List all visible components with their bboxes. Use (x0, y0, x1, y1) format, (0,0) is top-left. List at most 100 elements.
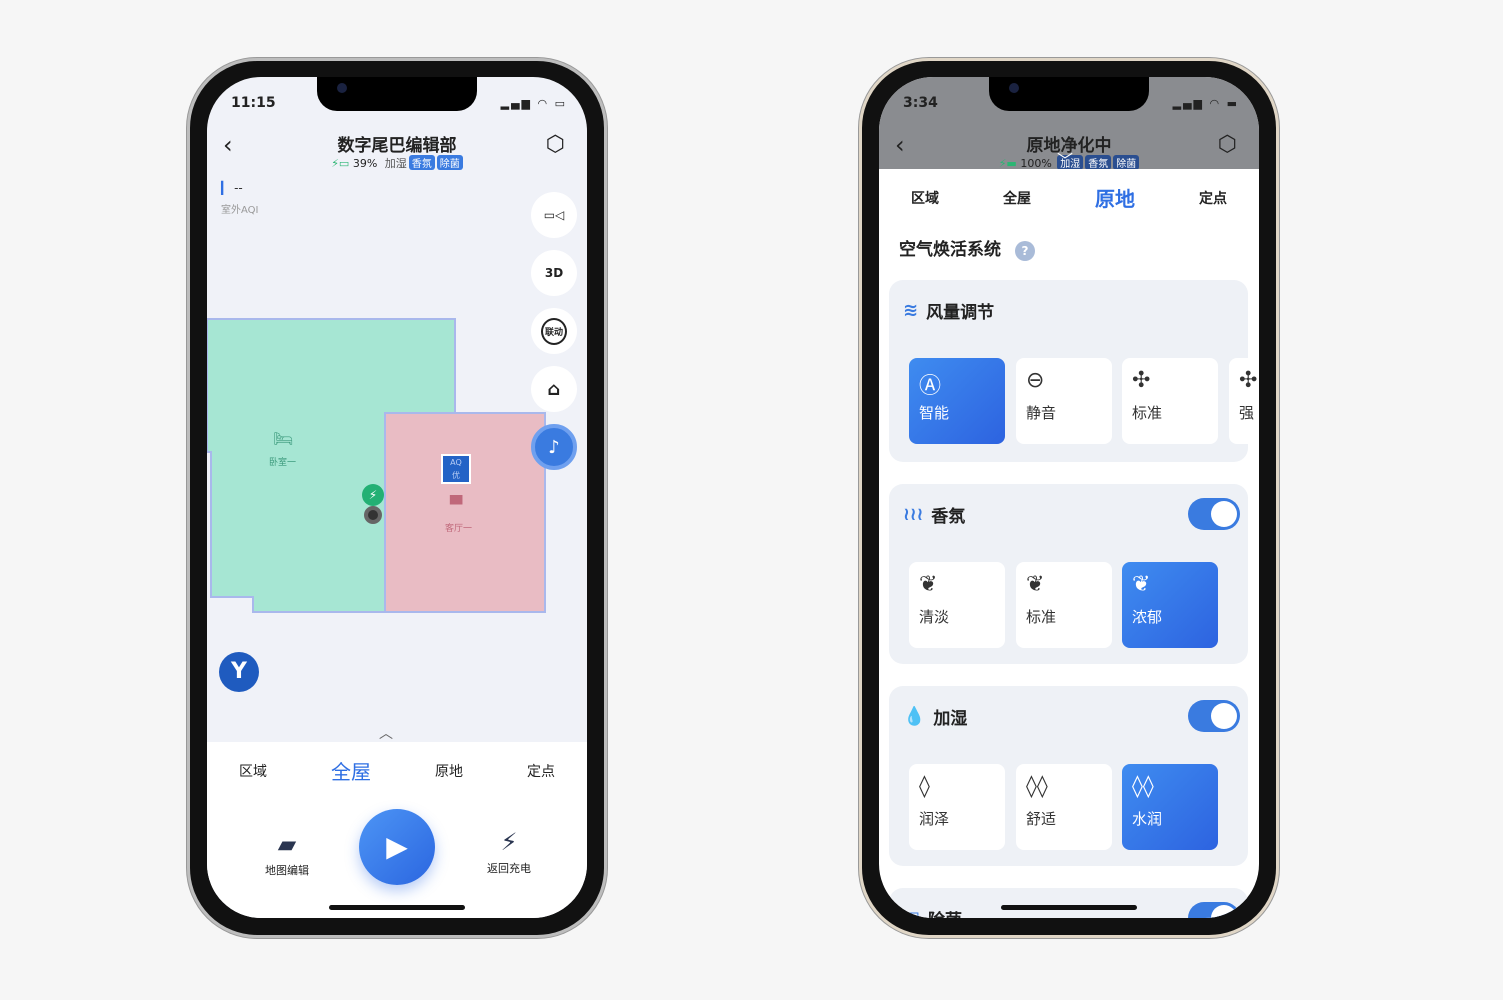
tab-in-place[interactable]: 原地 (435, 761, 463, 781)
fan-icon: ✣ (1132, 368, 1151, 393)
status-time: 3:34 (903, 95, 938, 111)
status-icons: ▂▄▆ ◠ ▭ (500, 97, 567, 110)
option-strong[interactable]: ✣ 强 (1229, 358, 1259, 444)
room-label-living[interactable]: 客厅一 (445, 521, 472, 534)
charging-dock-icon: ⚡ (362, 484, 384, 506)
option-standard[interactable]: ✣ 标准 (1122, 358, 1218, 444)
tag-sterilize: 除菌 (1113, 155, 1140, 169)
wind-icon: ≋ (903, 300, 919, 321)
card-header: ▣除菌 (903, 906, 962, 918)
drop-icon: ◊ (919, 774, 930, 799)
mode-tabs: 区域 全屋 原地 定点 (207, 756, 587, 785)
mode-tabs: 区域 全屋 原地 定点 (879, 183, 1259, 212)
battery-level: 100% (1020, 157, 1052, 169)
help-icon[interactable]: ? (1014, 241, 1035, 261)
assistant-avatar[interactable]: Y (219, 652, 259, 692)
card-sterilize: ▣除菌 (889, 888, 1248, 918)
room-living (384, 412, 546, 613)
aroma-icon: ≀≀≀ (903, 504, 924, 525)
card-header: 💧 加湿 (903, 706, 968, 729)
aqi-label: 室外AQI (221, 205, 259, 216)
leaf-icon: ❦ (919, 572, 938, 597)
option-quiet[interactable]: ⊖ 静音 (1016, 358, 1112, 444)
map-edit-icon: ▰ (277, 830, 297, 858)
settings-icon[interactable]: ⬡ (546, 132, 565, 157)
tab-area[interactable]: 区域 (239, 761, 267, 781)
home-button[interactable]: ⌂ (531, 366, 577, 412)
screen-settings: 3:34 ▂▄▆ ◠ ▬ ‹ 原地净化中 ⚡▬ 100% 加湿 香氛 除菌 ⬡ ﹀ … (879, 77, 1259, 918)
screen-map: 11:15 ▂▄▆ ◠ ▭ ‹ 数字尾巴编辑部 ⚡▭ 39% 加湿 香氛 除菌 ⬡ … (207, 77, 587, 918)
card-humidify: 💧 加湿 ◊ 润泽 ◊◊ 舒适 ◊◊ 水润 (889, 686, 1248, 866)
play-icon: ▶ (386, 830, 408, 863)
aroma-toggle[interactable] (1188, 498, 1240, 530)
battery-icon: ⚡▬ (998, 157, 1017, 169)
battery-icon: ⚡▭ (331, 157, 350, 170)
tag-sterilize: 除菌 (436, 155, 463, 170)
3d-button[interactable]: 3D (531, 250, 577, 296)
lightning-icon: ⚡ (500, 828, 518, 856)
settings-icon[interactable]: ⬡ (1218, 132, 1237, 157)
section-title: 空气焕活系统 ? (899, 235, 1035, 261)
notch (317, 77, 477, 111)
card-header: ≀≀≀ 香氛 (903, 504, 966, 527)
notch (989, 77, 1149, 111)
sterilize-toggle[interactable] (1188, 902, 1240, 918)
leaves-rich-icon: ❦ (1132, 572, 1151, 597)
map-edit-button[interactable]: ▰ 地图编辑 (247, 830, 327, 878)
recharge-label: 返回充电 (487, 862, 531, 875)
home-indicator (329, 905, 465, 910)
home-icon: ⌂ (547, 378, 561, 400)
robot-icon (364, 506, 382, 524)
tag-humidify: 加湿 (384, 157, 407, 170)
3d-label: 3D (544, 266, 564, 280)
status-icons: ▂▄▆ ◠ ▬ (1172, 97, 1239, 110)
tab-spot[interactable]: 定点 (1199, 188, 1227, 208)
device-status: ⚡▭ 39% 加湿 香氛 除菌 (207, 155, 587, 171)
tab-spot[interactable]: 定点 (527, 761, 555, 781)
battery-level: 39% (352, 157, 378, 170)
auto-icon: Ⓐ (919, 374, 942, 399)
play-button[interactable]: ▶ (359, 809, 435, 885)
linkage-button[interactable]: 联动 (531, 308, 577, 354)
option-rich[interactable]: ❦ 浓郁 (1122, 562, 1218, 648)
recharge-button[interactable]: ⚡ 返回充电 (469, 828, 549, 876)
drops-icon: ◊◊ (1026, 774, 1048, 799)
sofa-icon: ▀ (450, 495, 463, 514)
expand-handle-icon[interactable]: ︿ (379, 723, 393, 743)
leaves-icon: ❦ (1026, 572, 1045, 597)
tab-area[interactable]: 区域 (911, 188, 939, 208)
tab-whole-house[interactable]: 全屋 (331, 756, 371, 785)
camera-button[interactable]: ▭◁ (531, 192, 577, 238)
collapse-handle-icon[interactable]: ﹀ (1057, 147, 1073, 171)
map[interactable] (207, 307, 587, 627)
phone-right: 3:34 ▂▄▆ ◠ ▬ ‹ 原地净化中 ⚡▬ 100% 加湿 香氛 除菌 ⬡ ﹀ … (859, 58, 1279, 938)
option-hydrate[interactable]: ◊◊ 水润 (1122, 764, 1218, 850)
music-icon: ♪ (548, 436, 560, 458)
option-comfort[interactable]: ◊◊ 舒适 (1016, 764, 1112, 850)
drops-many-icon: ◊◊ (1132, 774, 1154, 799)
option-smart[interactable]: Ⓐ 智能 (909, 358, 1005, 444)
tag-aroma: 香氛 (408, 155, 435, 170)
status-time: 11:15 (231, 95, 276, 111)
room-label-bedroom[interactable]: 卧室一 (269, 455, 296, 468)
card-aroma: ≀≀≀ 香氛 ❦ 清淡 ❦ 标准 ❦ 浓郁 (889, 484, 1248, 664)
option-standard[interactable]: ❦ 标准 (1016, 562, 1112, 648)
option-moist[interactable]: ◊ 润泽 (909, 764, 1005, 850)
tab-in-place[interactable]: 原地 (1095, 183, 1135, 212)
sterilize-icon: ▣ (903, 908, 920, 918)
map-edit-label: 地图编辑 (265, 864, 309, 877)
water-drop-icon: 💧 (903, 706, 926, 727)
option-light[interactable]: ❦ 清淡 (909, 562, 1005, 648)
tag-aroma: 香氛 (1085, 155, 1112, 169)
tab-whole-house[interactable]: 全屋 (1003, 188, 1031, 208)
card-header: ≋ 风量调节 (903, 300, 995, 323)
phone-left: 11:15 ▂▄▆ ◠ ▭ ‹ 数字尾巴编辑部 ⚡▭ 39% 加湿 香氛 除菌 ⬡ … (187, 58, 607, 938)
minus-circle-icon: ⊖ (1026, 368, 1045, 393)
humidify-toggle[interactable] (1188, 700, 1240, 732)
aqi-value: ▎ -- (221, 181, 243, 195)
page-title: 数字尾巴编辑部 (337, 136, 457, 156)
aq-badge[interactable]: AQ 优 (441, 454, 471, 484)
bottom-panel: 区域 全屋 原地 定点 ▰ 地图编辑 ▶ ⚡ 返回充电 (207, 742, 587, 918)
fan-strong-icon: ✣ (1239, 368, 1258, 393)
music-button[interactable]: ♪ (531, 424, 577, 470)
